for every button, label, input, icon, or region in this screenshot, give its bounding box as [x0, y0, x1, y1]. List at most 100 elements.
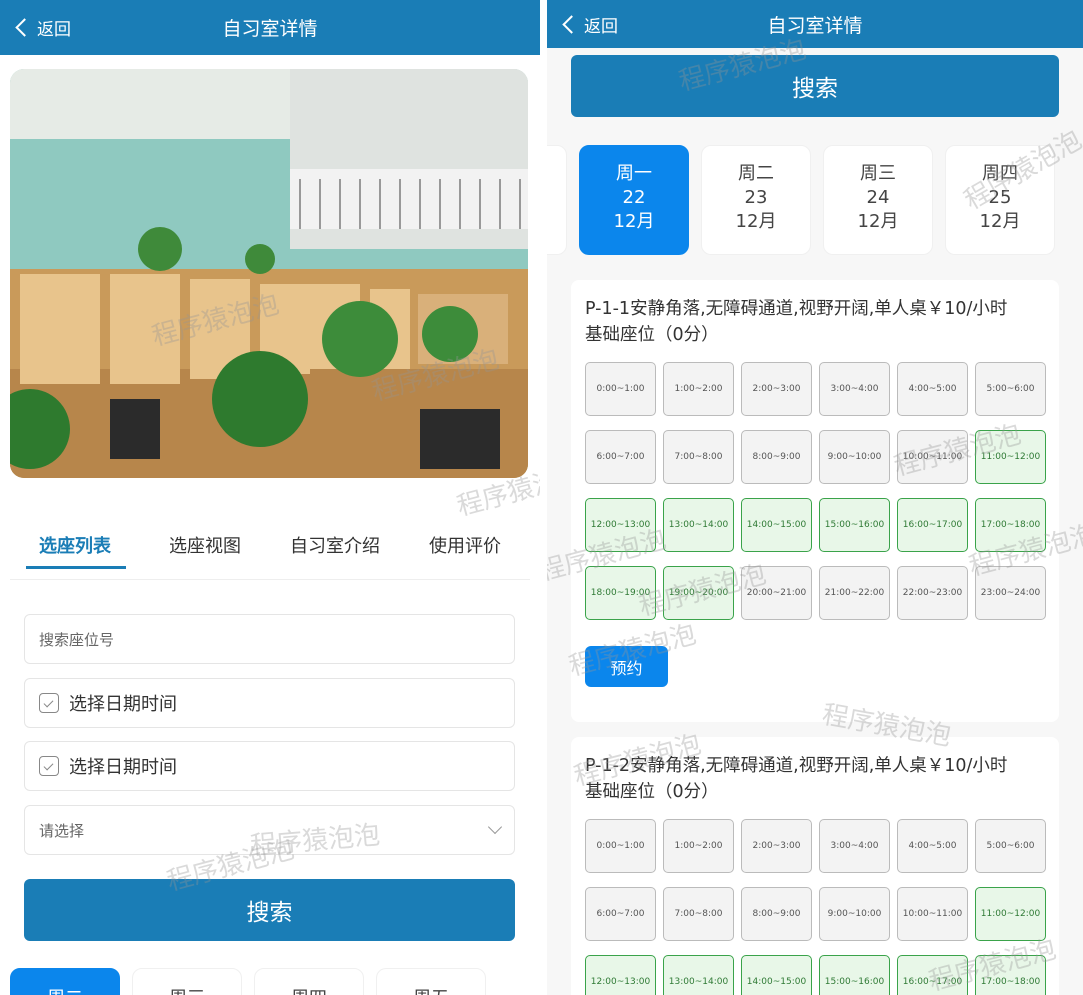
day-tab[interactable]: 周三 [132, 968, 242, 995]
chevron-down-icon [487, 819, 503, 835]
time-slot[interactable]: 5:00~6:00 [975, 362, 1046, 416]
day-tab[interactable]: 周一 22 12月 [579, 145, 689, 255]
time-slot[interactable]: 11:00~12:00 [975, 887, 1046, 941]
tab-label: 选座视图 [169, 536, 241, 557]
time-slot[interactable]: 3:00~4:00 [819, 819, 890, 873]
time-slot[interactable]: 15:00~16:00 [819, 955, 890, 995]
calendar-icon [39, 756, 59, 776]
seat-card: P-1-1安静角落,无障碍通道,视野开阔,单人桌￥10/小时 基础座位（0分） … [571, 280, 1059, 722]
time-slot[interactable]: 4:00~5:00 [897, 362, 968, 416]
day-date: 25 [988, 187, 1012, 208]
day-tab[interactable]: 周四 25 12月 [945, 145, 1055, 255]
day-week: 周四 [982, 163, 1018, 184]
day-week: 周三 [169, 988, 205, 995]
time-slot[interactable]: 23:00~24:00 [975, 566, 1046, 620]
time-slot[interactable]: 17:00~18:00 [975, 955, 1046, 995]
back-label: 返回 [584, 16, 618, 37]
date-time-picker-start[interactable]: 选择日期时间 [24, 678, 515, 728]
day-tab-offscreen[interactable] [547, 145, 567, 255]
tab-reviews[interactable]: 使用评价 [400, 510, 530, 579]
header: 返回 自习室详情 [0, 0, 540, 55]
time-slot[interactable]: 5:00~6:00 [975, 819, 1046, 873]
day-date: 24 [866, 187, 890, 208]
seat-number-search-input[interactable]: 搜索座位号 [24, 614, 515, 664]
time-slot[interactable]: 13:00~14:00 [663, 955, 734, 995]
time-slot[interactable]: 12:00~13:00 [585, 498, 656, 552]
time-slot[interactable]: 17:00~18:00 [975, 498, 1046, 552]
time-slot[interactable]: 22:00~23:00 [897, 566, 968, 620]
day-tab[interactable]: 周四 [254, 968, 364, 995]
time-slot[interactable]: 0:00~1:00 [585, 819, 656, 873]
day-tab[interactable]: 周五 [376, 968, 486, 995]
time-slot[interactable]: 3:00~4:00 [819, 362, 890, 416]
time-slot[interactable]: 0:00~1:00 [585, 362, 656, 416]
time-slot[interactable]: 4:00~5:00 [897, 819, 968, 873]
left-screen: 返回 自习室详情 选座列表 选座视图 自习室介绍 使用评价 搜索座位号 选择日期… [0, 0, 540, 995]
day-date: 23 [744, 187, 768, 208]
time-slot[interactable]: 9:00~10:00 [819, 887, 890, 941]
back-button[interactable]: 返回 [562, 0, 618, 48]
reserve-button[interactable]: 预约 [585, 646, 668, 687]
time-slot[interactable]: 19:00~20:00 [663, 566, 734, 620]
day-tab[interactable]: 周三 24 12月 [823, 145, 933, 255]
time-slot[interactable]: 1:00~2:00 [663, 819, 734, 873]
time-slot[interactable]: 10:00~11:00 [897, 430, 968, 484]
time-slot[interactable]: 8:00~9:00 [741, 887, 812, 941]
day-selector: 周二 周三 周四 周五 [10, 968, 486, 995]
time-slot[interactable]: 14:00~15:00 [741, 498, 812, 552]
time-slot[interactable]: 14:00~15:00 [741, 955, 812, 995]
time-slot[interactable]: 2:00~3:00 [741, 362, 812, 416]
time-slot[interactable]: 1:00~2:00 [663, 362, 734, 416]
back-label: 返回 [37, 20, 71, 40]
tab-room-intro[interactable]: 自习室介绍 [270, 510, 400, 579]
time-slot[interactable]: 16:00~17:00 [897, 955, 968, 995]
seat-title: P-1-2安静角落,无障碍通道,视野开阔,单人桌￥10/小时 [585, 756, 1008, 776]
time-slot[interactable]: 2:00~3:00 [741, 819, 812, 873]
date-time-picker-end[interactable]: 选择日期时间 [24, 741, 515, 791]
time-slot[interactable]: 6:00~7:00 [585, 430, 656, 484]
tab-label: 使用评价 [429, 536, 501, 557]
time-slot[interactable]: 12:00~13:00 [585, 955, 656, 995]
day-tab[interactable]: 周二 [10, 968, 120, 995]
day-week: 周五 [413, 988, 449, 995]
back-button[interactable]: 返回 [15, 0, 71, 55]
day-week: 周二 [47, 988, 83, 995]
tab-label: 自习室介绍 [290, 536, 380, 557]
time-slot[interactable]: 15:00~16:00 [819, 498, 890, 552]
day-week: 周四 [291, 988, 327, 995]
time-slot[interactable]: 9:00~10:00 [819, 430, 890, 484]
time-slot[interactable]: 11:00~12:00 [975, 430, 1046, 484]
search-button[interactable]: 搜索 [571, 55, 1059, 117]
time-slot[interactable]: 20:00~21:00 [741, 566, 812, 620]
time-slot[interactable]: 7:00~8:00 [663, 430, 734, 484]
day-week: 周三 [860, 163, 896, 184]
day-month: 12月 [735, 211, 777, 232]
time-slot[interactable]: 8:00~9:00 [741, 430, 812, 484]
date-picker-label: 选择日期时间 [69, 757, 177, 778]
day-date: 22 [622, 187, 646, 208]
date-picker-label: 选择日期时间 [69, 694, 177, 715]
option-select[interactable]: 请选择 [24, 805, 515, 855]
time-slot-grid: 0:00~1:00 1:00~2:00 2:00~3:00 3:00~4:00 4:00… [585, 362, 1046, 620]
time-slot[interactable]: 6:00~7:00 [585, 887, 656, 941]
time-slot[interactable]: 21:00~22:00 [819, 566, 890, 620]
time-slot[interactable]: 13:00~14:00 [663, 498, 734, 552]
day-week: 周一 [616, 163, 652, 184]
time-slot[interactable]: 10:00~11:00 [897, 887, 968, 941]
time-slot[interactable]: 16:00~17:00 [897, 498, 968, 552]
time-slot[interactable]: 7:00~8:00 [663, 887, 734, 941]
calendar-icon [39, 693, 59, 713]
tab-seat-list[interactable]: 选座列表 [10, 510, 140, 579]
back-chevron-icon [562, 14, 581, 34]
day-tab[interactable]: 周二 23 12月 [701, 145, 811, 255]
tab-seat-view[interactable]: 选座视图 [140, 510, 270, 579]
seat-level: 基础座位（0分） [585, 325, 719, 345]
back-chevron-icon [15, 18, 34, 37]
tab-active-indicator [26, 566, 126, 569]
select-placeholder: 请选择 [39, 821, 85, 840]
day-month: 12月 [979, 211, 1021, 232]
day-selector: 周一 22 12月 周二 23 12月 周三 24 12月 周四 25 12月 [547, 145, 1055, 255]
day-month: 12月 [613, 211, 655, 232]
search-button[interactable]: 搜索 [24, 879, 515, 941]
time-slot[interactable]: 18:00~19:00 [585, 566, 656, 620]
